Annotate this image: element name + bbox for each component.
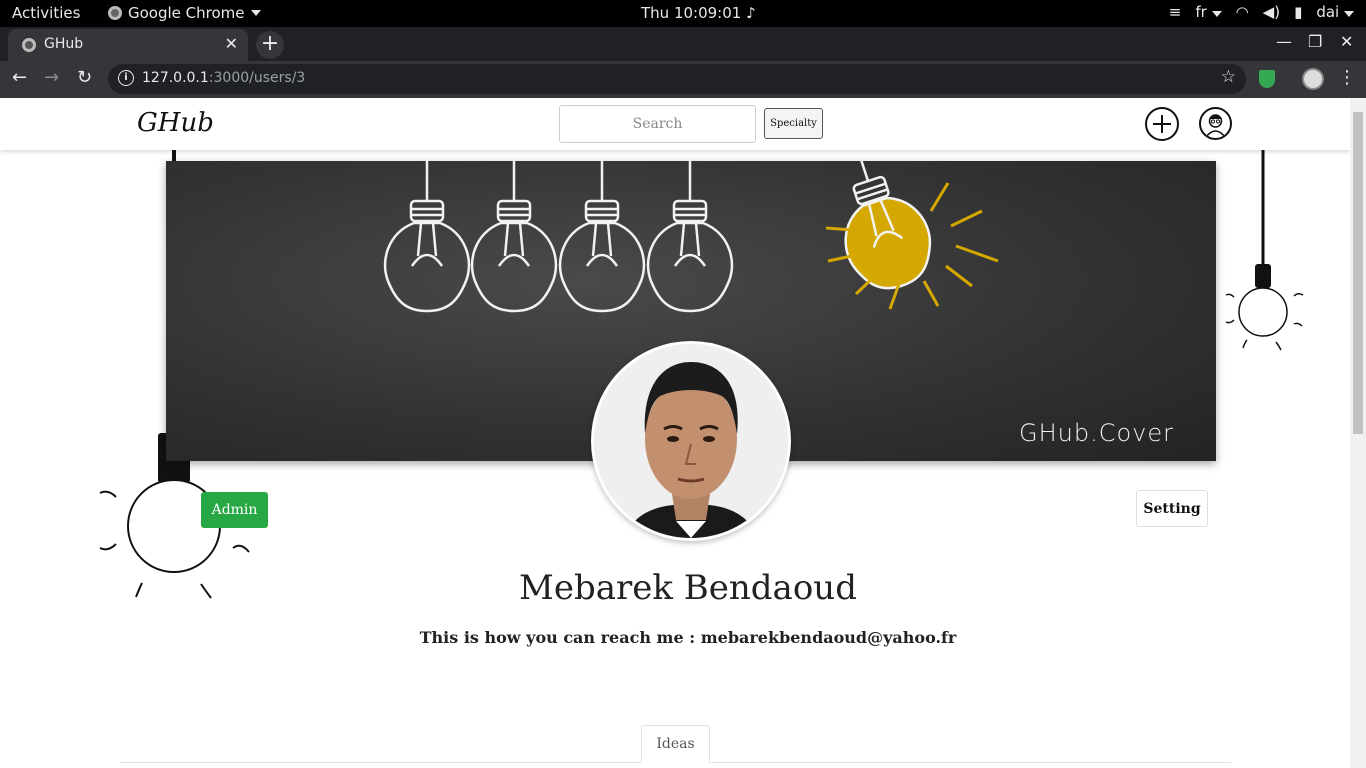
tab-strip: GHub ✕ + — ❐ ✕ [0,27,1366,61]
back-icon[interactable]: ← [12,67,27,88]
forward-icon[interactable]: → [44,67,59,88]
url-text[interactable]: 127.0.0.1:3000/users/3 [142,70,305,86]
user-cartoon-icon [1205,114,1226,138]
page-content: GHub Specialty [0,98,1350,768]
reload-icon[interactable]: ↻ [77,67,92,88]
url-path: :3000/users/3 [208,70,306,86]
address-bar[interactable]: i 127.0.0.1:3000/users/3 ☆ [108,64,1246,94]
close-icon[interactable]: ✕ [225,34,238,53]
chevron-down-icon [1344,11,1354,17]
page-scrollbar[interactable] [1350,98,1366,768]
close-window-icon[interactable]: ✕ [1340,32,1353,51]
browser-toolbar: ← → ↻ i 127.0.0.1:3000/users/3 ☆ ⋮ [0,61,1366,98]
profile-name: Mebarek Bendaoud [519,568,857,608]
site-logo[interactable]: GHub [137,108,214,138]
profile-photo [591,341,791,541]
search-input[interactable] [559,105,756,143]
user-avatar-icon[interactable] [1199,107,1232,140]
profile-photo-image [594,344,788,538]
activities-button[interactable]: Activities [12,4,80,22]
keyboard-layout[interactable]: fr [1195,3,1222,21]
bell-icon: ♪ [741,4,756,22]
browser-tab[interactable]: GHub ✕ [8,29,248,61]
system-tray[interactable]: ≡ fr ◠ ◀) ▮ dai [1169,3,1354,21]
app-menu-label: Google Chrome [128,4,245,22]
tab-ideas[interactable]: Ideas [641,725,710,763]
clock-text: Thu 10:09:01 [641,4,742,22]
user-menu[interactable]: dai [1316,3,1354,21]
specialty-button[interactable]: Specialty [764,108,823,139]
minimize-icon[interactable]: — [1276,32,1292,51]
wifi-icon: ◠ [1235,3,1249,21]
add-idea-icon[interactable] [1145,107,1179,141]
url-host: 127.0.0.1 [142,70,209,86]
cover-caption: GHub.Cover [1019,419,1174,447]
battery-icon: ▮ [1294,3,1303,21]
clock[interactable]: Thu 10:09:01 ♪ [641,4,756,22]
chevron-down-icon [1211,11,1222,17]
restore-icon[interactable]: ❐ [1308,32,1322,51]
user-menu-label: dai [1316,3,1340,21]
scrollbar-thumb[interactable] [1353,112,1363,434]
app-menu[interactable]: Google Chrome [108,4,261,22]
chevron-down-icon [250,10,261,16]
os-top-bar: Activities Google Chrome Thu 10:09:01 ♪ … [0,0,1366,27]
info-icon[interactable]: i [118,70,134,86]
new-tab-button[interactable]: + [256,31,284,59]
shield-extension-icon[interactable] [1259,70,1275,88]
hanging-bulb-right-decoration [1225,150,1304,351]
tab-title: GHub [44,36,84,52]
site-navbar: GHub Specialty [0,98,1350,150]
profile-avatar-icon[interactable] [1302,68,1324,90]
favicon-icon [22,38,36,52]
profile-contact: This is how you can reach me : mebarekbe… [419,628,957,647]
volume-icon: ◀) [1262,3,1281,21]
menu-lines-icon[interactable]: ≡ [1169,3,1182,21]
chrome-icon [108,6,122,20]
keyboard-layout-label: fr [1195,3,1207,21]
setting-button[interactable]: Setting [1136,490,1208,527]
kebab-menu-icon[interactable]: ⋮ [1338,67,1356,88]
bookmark-star-icon[interactable]: ☆ [1221,67,1236,87]
admin-button[interactable]: Admin [201,492,268,528]
